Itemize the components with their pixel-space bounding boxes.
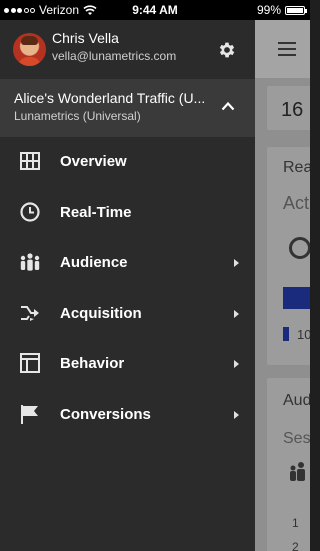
legend-value: 10: [297, 327, 310, 342]
property-account: Lunametrics (Universal): [14, 109, 141, 123]
chart-bar: [283, 287, 310, 309]
submenu-arrow-icon: [234, 309, 239, 318]
nav-item-label: Acquisition: [60, 304, 142, 322]
nav-item-label: Conversions: [60, 405, 151, 423]
nav-item-realtime[interactable]: Real-Time: [0, 188, 255, 239]
avatar[interactable]: [13, 33, 46, 66]
status-bar: Verizon 9:44 AM 99%: [0, 0, 310, 20]
app-toolbar: [255, 20, 310, 78]
merge-arrows-icon: [21, 305, 39, 321]
account-header: Chris Vella vella@lunametrics.com: [0, 20, 255, 79]
clock-icon: [20, 201, 40, 222]
card-title: Rea: [283, 159, 310, 176]
nav-item-overview[interactable]: Overview: [0, 137, 255, 188]
legend-swatch: [283, 327, 289, 341]
menu-icon[interactable]: [278, 42, 296, 56]
nav-item-label: Real-Time: [60, 203, 132, 221]
summary-card: 16: [267, 86, 310, 130]
nav-item-conversions[interactable]: Conversions: [0, 390, 255, 441]
card-subtitle: Ses: [283, 430, 310, 447]
user-email: vella@lunametrics.com: [52, 49, 177, 63]
flag-icon: [21, 404, 38, 424]
chevron-up-icon[interactable]: [221, 101, 235, 111]
navigation-drawer: Chris Vella vella@lunametrics.com Alice'…: [0, 20, 255, 551]
user-name: Chris Vella: [52, 30, 119, 46]
nav-item-acquisition[interactable]: Acquisition: [0, 289, 255, 340]
nav-item-label: Behavior: [60, 355, 125, 372]
axis-tick-label: 1: [292, 516, 299, 530]
card-subtitle: Act: [283, 193, 310, 213]
submenu-arrow-icon: [234, 410, 239, 419]
layout-icon: [20, 353, 40, 373]
property-selector[interactable]: Alice's Wonderland Traffic (U... Lunamet…: [0, 79, 255, 137]
nav-item-label: Overview: [60, 153, 127, 170]
nav-item-label: Audience: [60, 254, 128, 271]
nav-item-audience[interactable]: Audience: [0, 238, 255, 289]
people-icon: [20, 253, 40, 271]
battery-percent: 99%: [256, 3, 281, 17]
nav-item-behavior[interactable]: Behavior: [0, 339, 255, 390]
battery-icon: [285, 5, 307, 15]
nav-menu: Overview Real-Time Audience Acquisition …: [0, 137, 255, 440]
submenu-arrow-icon: [234, 360, 239, 368]
people-icon: [290, 462, 305, 481]
main-content-overlay[interactable]: 16 Rea Act 10 Aud Ses 1 2: [255, 20, 310, 551]
realtime-card: Rea Act 10: [267, 147, 310, 365]
card-title: Aud: [283, 392, 310, 409]
gear-icon[interactable]: [217, 40, 237, 60]
audience-card: Aud Ses 1 2: [267, 378, 310, 551]
grid-icon: [20, 152, 40, 170]
property-name: Alice's Wonderland Traffic (U...: [14, 90, 204, 106]
summary-value: 16: [281, 99, 304, 121]
axis-tick-label: 2: [292, 540, 299, 551]
clock-icon: [289, 237, 310, 259]
submenu-arrow-icon: [234, 259, 239, 267]
